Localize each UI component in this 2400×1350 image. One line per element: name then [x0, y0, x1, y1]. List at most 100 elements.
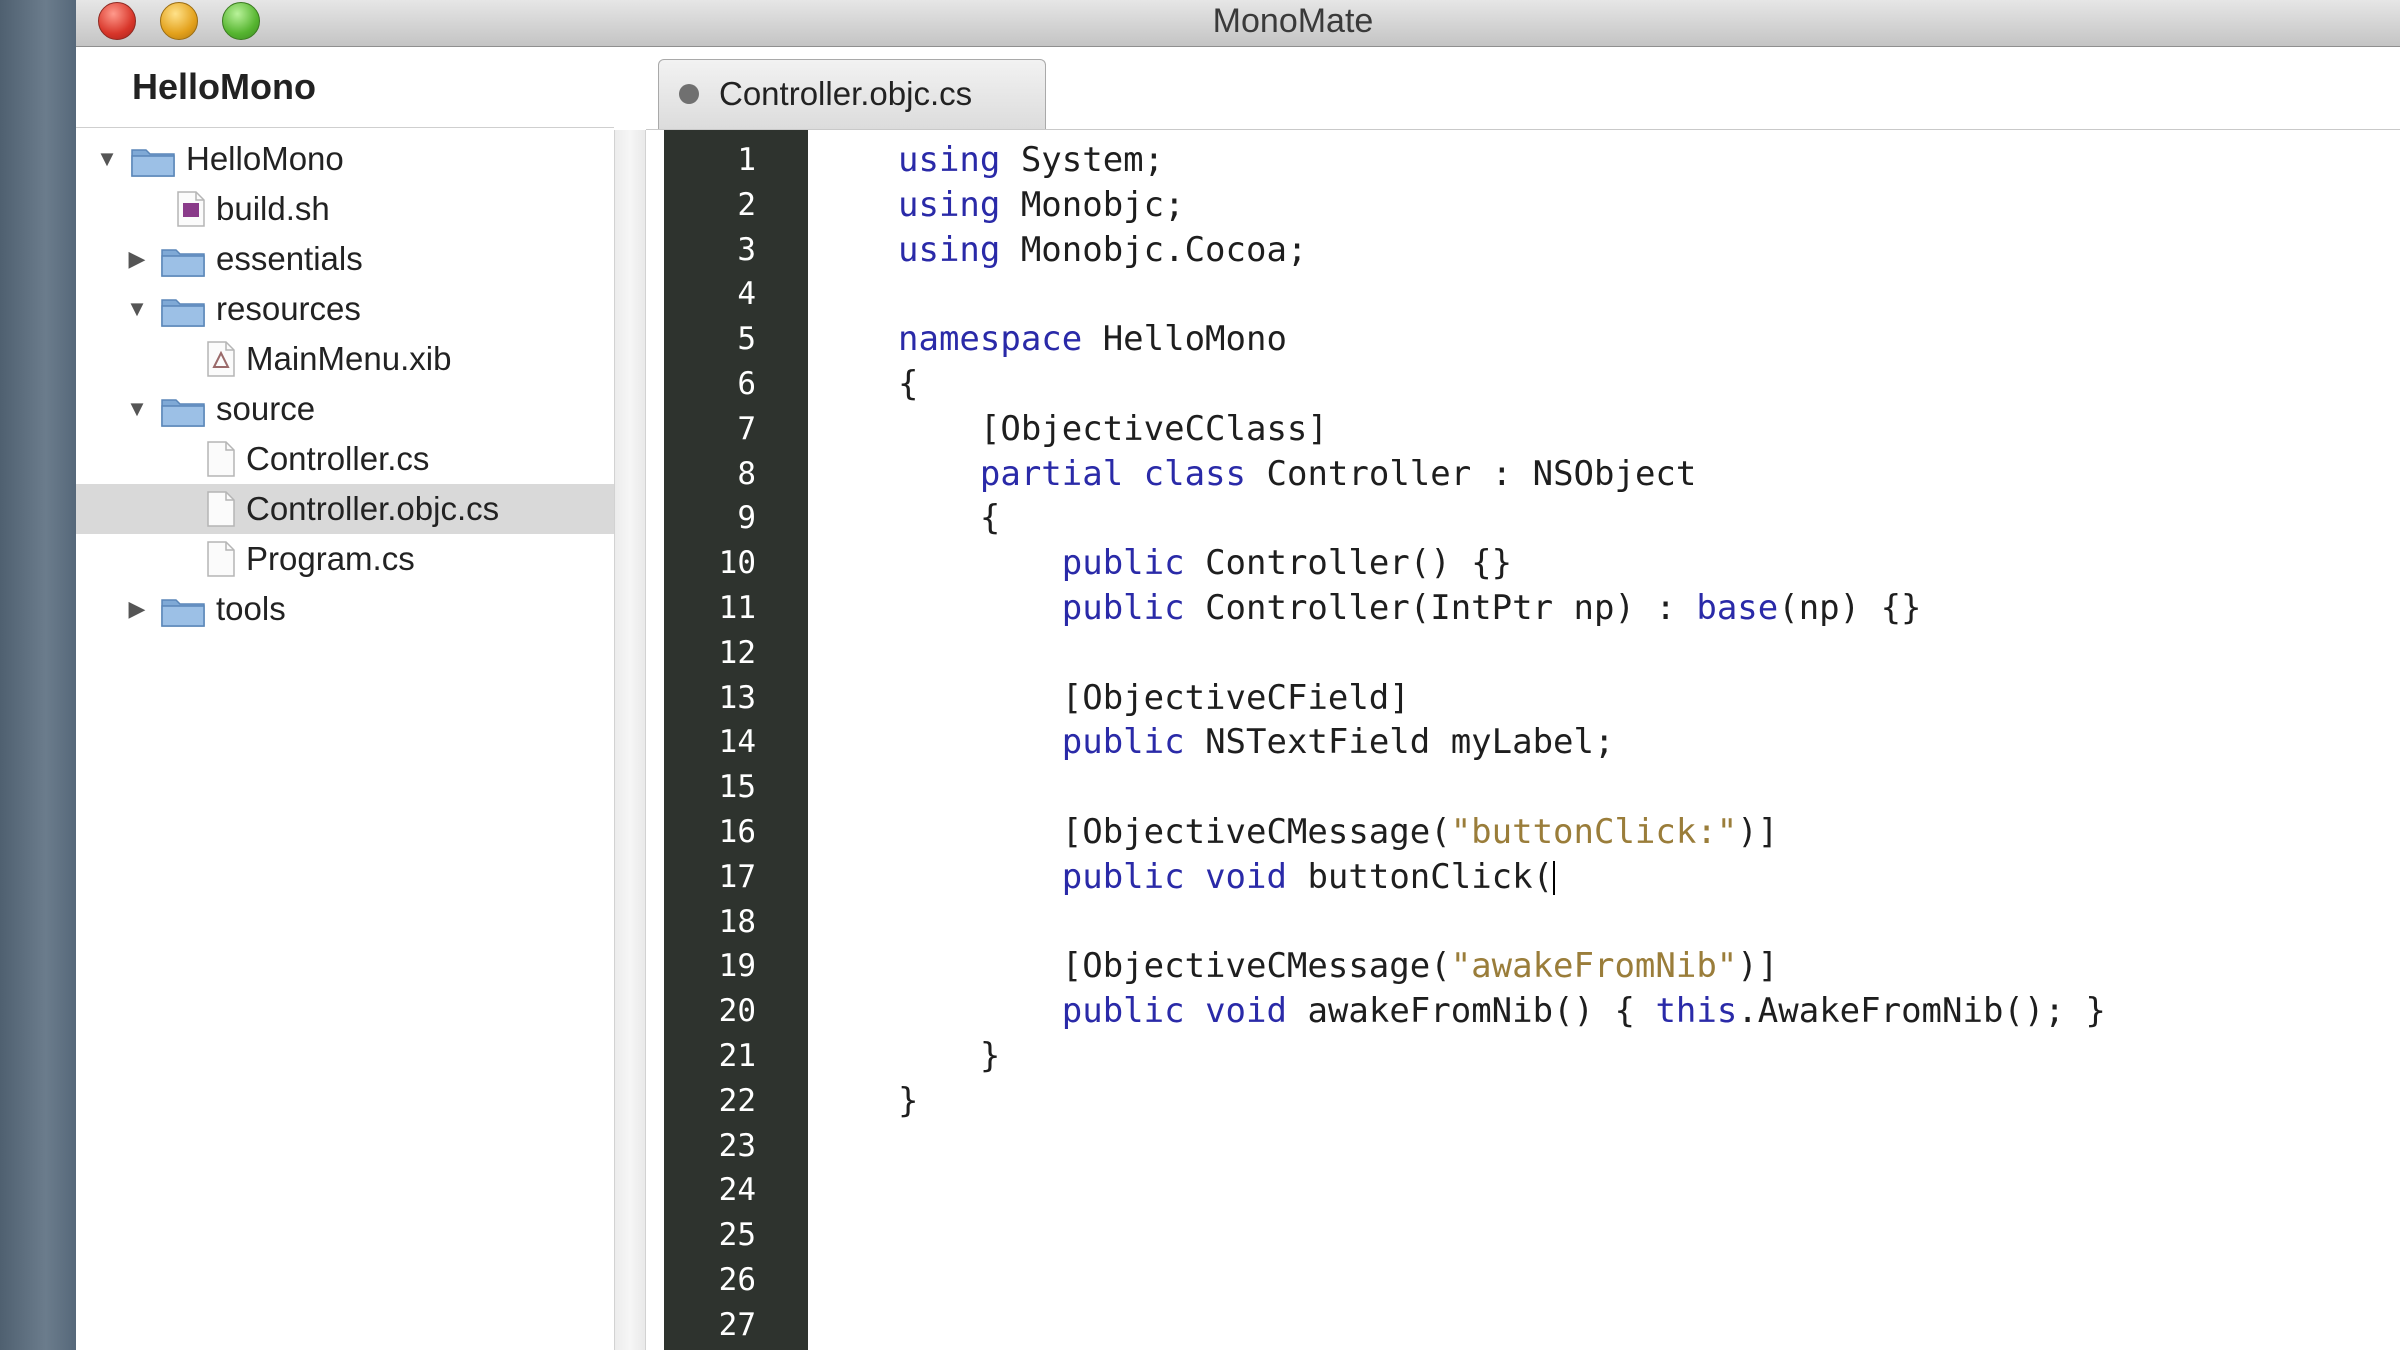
- tree-item[interactable]: ▶ essentials: [76, 234, 614, 284]
- code-line[interactable]: [ObjectiveCField]: [808, 676, 2400, 721]
- project-title: HelloMono: [76, 47, 614, 128]
- keyword-token: using: [898, 140, 1001, 180]
- line-number: 18: [718, 903, 756, 940]
- line-number: 13: [718, 679, 756, 716]
- code-line[interactable]: public Controller(IntPtr np) : base(np) …: [808, 586, 2400, 631]
- line-number: 10: [718, 545, 756, 582]
- code-line[interactable]: using Monobjc;: [808, 183, 2400, 228]
- tree-item-label: tools: [216, 590, 286, 627]
- keyword-token: public: [1061, 587, 1185, 628]
- code-token: [ObjectiveCClass]: [898, 408, 1328, 449]
- code-line[interactable]: ​: [808, 1303, 2400, 1348]
- keyword-token: partial: [979, 453, 1124, 494]
- code-line[interactable]: {: [808, 362, 2400, 407]
- disclosure-collapsed-icon[interactable]: ▶: [124, 234, 150, 284]
- code-token: }: [898, 1035, 1001, 1076]
- tree-item[interactable]: Program.cs: [76, 534, 614, 584]
- code-line[interactable]: [ObjectiveCMessage("awakeFromNib")]: [808, 944, 2400, 989]
- tree-item[interactable]: ▼ source: [76, 384, 614, 434]
- disclosure-expanded-icon[interactable]: ▼: [94, 134, 120, 184]
- code-line[interactable]: {: [808, 496, 2400, 541]
- code-line[interactable]: ​: [808, 765, 2400, 810]
- line-number-gutter: 1 2 3 4 5 6 7 8 9 10 11 12 13 14 15 16 17 18 19 20 21 22 23 24 2…: [664, 130, 808, 1350]
- code-token: .AwakeFromNib(); }: [1737, 991, 2106, 1032]
- tree-item[interactable]: ▼ HelloMono: [76, 134, 614, 184]
- line-number: 23: [718, 1127, 756, 1164]
- line-number: 2: [737, 186, 756, 223]
- code-editor[interactable]: using System; using Monobjc; using Monobjc…: [808, 130, 2400, 1350]
- code-line[interactable]: ​: [808, 1213, 2400, 1258]
- tab-controller-objc-cs[interactable]: Controller.objc.cs: [658, 59, 1046, 129]
- tree-item[interactable]: MainMenu.xib: [76, 334, 614, 384]
- line-number: 7: [737, 410, 756, 447]
- line-number: 21: [718, 1037, 756, 1074]
- code-line[interactable]: [ObjectiveCMessage("buttonClick:")]: [808, 810, 2400, 855]
- line-number: 3: [737, 231, 756, 268]
- code-token: )]: [1737, 946, 1779, 987]
- code-line[interactable]: ​: [808, 631, 2400, 676]
- code-line[interactable]: partial class Controller : NSObject: [808, 452, 2400, 497]
- tree-item-label: Controller.cs: [246, 440, 430, 477]
- code-token: buttonClick(: [1286, 856, 1554, 897]
- tree-item-label: Controller.objc.cs: [246, 490, 500, 527]
- disclosure-collapsed-icon[interactable]: ▶: [124, 584, 150, 634]
- tab-label: Controller.objc.cs: [719, 75, 973, 112]
- sidebar-splitter[interactable]: [614, 130, 646, 1350]
- disclosure-expanded-icon[interactable]: ▼: [124, 284, 150, 334]
- code-line[interactable]: ​: [808, 1258, 2400, 1303]
- tree-item[interactable]: Controller.objc.cs: [76, 484, 614, 534]
- code-line[interactable]: namespace HelloMono: [808, 317, 2400, 362]
- line-number: 14: [718, 724, 756, 761]
- line-number: 4: [737, 276, 756, 313]
- code-token: (np) {}: [1778, 587, 1922, 628]
- disclosure-expanded-icon[interactable]: ▼: [124, 384, 150, 434]
- tree-item-label: resources: [216, 290, 361, 327]
- line-number: 17: [718, 858, 756, 895]
- code-line[interactable]: public void awakeFromNib() { this.AwakeF…: [808, 989, 2400, 1034]
- editor-window: MonoMate HelloMono ▼ HelloMono build.sh ▶ es…: [76, 0, 2400, 1350]
- code-line[interactable]: using Monobjc.Cocoa;: [808, 228, 2400, 273]
- code-line[interactable]: ​: [808, 1168, 2400, 1213]
- line-number: 22: [718, 1082, 756, 1119]
- code-line[interactable]: ​: [808, 1124, 2400, 1169]
- code-line[interactable]: using System;: [808, 138, 2400, 183]
- line-number: 15: [718, 769, 756, 806]
- tree-item-label: HelloMono: [186, 140, 344, 177]
- keyword-token: this: [1655, 991, 1738, 1032]
- code-line[interactable]: public void buttonClick(: [808, 855, 2400, 900]
- code-line[interactable]: [ObjectiveCClass]: [808, 407, 2400, 452]
- keyword-token: public: [1061, 991, 1185, 1032]
- keyword-token: void: [1205, 991, 1287, 1032]
- code-token: {: [898, 363, 919, 404]
- tree-item[interactable]: Controller.cs: [76, 434, 614, 484]
- code-token: Controller : NSObject: [1246, 453, 1697, 494]
- code-token: System;: [1000, 140, 1165, 180]
- code-line[interactable]: public NSTextField myLabel;: [808, 720, 2400, 765]
- code-line[interactable]: }: [808, 1034, 2400, 1079]
- tree-item-label: Program.cs: [246, 540, 415, 577]
- text-caret: [1553, 861, 1556, 896]
- title-bar[interactable]: MonoMate: [76, 0, 2400, 47]
- code-token: Controller(IntPtr np) :: [1184, 587, 1697, 628]
- code-token: [ObjectiveCMessage(: [898, 946, 1451, 987]
- tree-item[interactable]: build.sh: [76, 184, 614, 234]
- code-token: [ObjectiveCMessage(: [898, 811, 1451, 852]
- code-line[interactable]: public Controller() {}: [808, 541, 2400, 586]
- string-token: "buttonClick:": [1450, 811, 1738, 852]
- tree-item[interactable]: ▶ tools: [76, 584, 614, 634]
- keyword-token: void: [1205, 856, 1287, 897]
- code-line[interactable]: }: [808, 1079, 2400, 1124]
- code-line[interactable]: ​: [808, 900, 2400, 945]
- line-number: 6: [737, 365, 756, 402]
- tree-item[interactable]: ▼ resources: [76, 284, 614, 334]
- line-number: 25: [718, 1217, 756, 1254]
- code-token: awakeFromNib() {: [1286, 991, 1656, 1032]
- code-line[interactable]: ​: [808, 272, 2400, 317]
